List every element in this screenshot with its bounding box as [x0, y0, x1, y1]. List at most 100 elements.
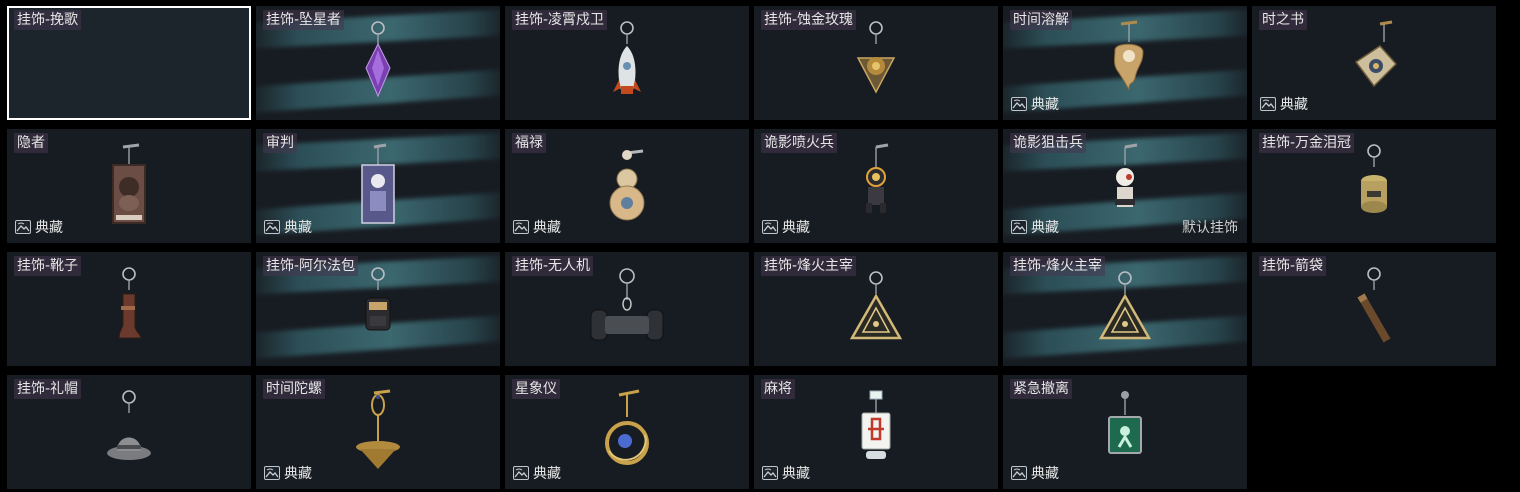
default-charm-label: 默认挂饰: [1182, 220, 1238, 236]
gourd-charm-icon: [587, 143, 667, 239]
hermit-card-charm-icon: [89, 143, 169, 239]
collection-landscape-icon: [264, 220, 280, 234]
charm-card[interactable]: 审判典藏: [256, 129, 500, 243]
exit-sign-charm-icon: [1085, 389, 1165, 485]
charm-name-label: 挂饰-凌霄戍卫: [512, 10, 608, 30]
collection-badge-text: 典藏: [284, 466, 312, 482]
charm-card[interactable]: 挂饰-挽歌: [7, 6, 251, 120]
charm-grid: 挂饰-挽歌 挂饰-坠星者 挂饰-凌霄戍卫 挂饰-蚀金玫瑰 时间溶解 典藏 时之书 典藏隐…: [0, 0, 1520, 492]
drone-charm-icon: [587, 266, 667, 362]
charm-name-label: 审判: [263, 133, 297, 153]
collection-landscape-icon: [513, 466, 529, 480]
charm-name-label: 紧急撤离: [1010, 379, 1072, 399]
collection-badge: 典藏: [762, 463, 810, 483]
collection-badge-text: 典藏: [782, 466, 810, 482]
charm-name-label: 星象仪: [512, 379, 560, 399]
boot-charm-icon: [89, 266, 169, 362]
collection-landscape-icon: [264, 466, 280, 480]
charm-card[interactable]: 挂饰-坠星者: [256, 6, 500, 120]
charm-card[interactable]: 挂饰-凌霄戍卫: [505, 6, 749, 120]
charm-card[interactable]: 挂饰-烽火主宰: [1003, 252, 1247, 366]
quiver-charm-icon: [1334, 266, 1414, 362]
gold-crown-charm-icon: [1334, 143, 1414, 239]
charm-card[interactable]: 时间陀螺典藏: [256, 375, 500, 489]
charm-card[interactable]: 挂饰-烽火主宰: [754, 252, 998, 366]
triangle-emblem-charm-icon: [1085, 266, 1165, 362]
collection-badge-text: 典藏: [284, 220, 312, 236]
crystal-charm-icon: [338, 20, 418, 116]
backpack-charm-icon: [338, 266, 418, 362]
spinning-top-charm-icon: [338, 389, 418, 485]
triangle-emblem-charm-icon: [836, 266, 916, 362]
collection-badge-text: 典藏: [782, 220, 810, 236]
charm-card[interactable]: 诡影喷火兵 典藏: [754, 129, 998, 243]
charm-name-label: 挂饰-坠星者: [263, 10, 345, 30]
collection-badge-text: 典藏: [533, 220, 561, 236]
collection-landscape-icon: [762, 220, 778, 234]
charm-name-label: 时间陀螺: [263, 379, 325, 399]
charm-card[interactable]: 挂饰-万金泪冠: [1252, 129, 1496, 243]
collection-badge-text: 典藏: [1280, 97, 1308, 113]
collection-badge: 典藏: [1011, 94, 1059, 114]
charm-name-label: 挂饰-万金泪冠: [1259, 133, 1355, 153]
charm-name-label: 挂饰-靴子: [14, 256, 82, 276]
collection-badge: 典藏: [1011, 463, 1059, 483]
flamethrower-figure-charm-icon: [836, 143, 916, 239]
charm-name-label: 时间溶解: [1010, 10, 1072, 30]
charm-card[interactable]: 星象仪典藏: [505, 375, 749, 489]
charm-name-label: 挂饰-礼帽: [14, 379, 82, 399]
book-charm-icon: [1334, 20, 1414, 116]
charm-card[interactable]: 隐者典藏: [7, 129, 251, 243]
collection-landscape-icon: [1011, 220, 1027, 234]
collection-badge: 典藏: [762, 217, 810, 237]
collection-badge: 典藏: [264, 217, 312, 237]
astrolabe-charm-icon: [587, 389, 667, 485]
rose-emblem-charm-icon: [836, 20, 916, 116]
rocket-charm-icon: [587, 20, 667, 116]
collection-badge: 典藏: [264, 463, 312, 483]
collection-badge: 典藏: [513, 217, 561, 237]
charm-name-label: 福禄: [512, 133, 546, 153]
collection-badge-text: 典藏: [533, 466, 561, 482]
collection-landscape-icon: [1011, 97, 1027, 111]
collection-landscape-icon: [15, 220, 31, 234]
charm-card[interactable]: 福禄典藏: [505, 129, 749, 243]
charm-card[interactable]: 挂饰-箭袋: [1252, 252, 1496, 366]
charm-name-label: 挂饰-烽火主宰: [761, 256, 857, 276]
charm-name-label: 隐者: [14, 133, 48, 153]
charm-card[interactable]: 挂饰-蚀金玫瑰: [754, 6, 998, 120]
collection-badge: 典藏: [1260, 94, 1308, 114]
collection-landscape-icon: [513, 220, 529, 234]
charm-name-label: 麻将: [761, 379, 795, 399]
charm-name-label: 挂饰-箭袋: [1259, 256, 1327, 276]
charm-name-label: 时之书: [1259, 10, 1307, 30]
hat-charm-icon: [89, 389, 169, 485]
charm-card[interactable]: 紧急撤离典藏: [1003, 375, 1247, 489]
charm-card[interactable]: 挂饰-礼帽: [7, 375, 251, 489]
charm-card[interactable]: 挂饰-阿尔法包: [256, 252, 500, 366]
collection-badge: 典藏: [513, 463, 561, 483]
collection-landscape-icon: [762, 466, 778, 480]
charm-card[interactable]: 挂饰-无人机: [505, 252, 749, 366]
collection-landscape-icon: [1011, 466, 1027, 480]
charm-card[interactable]: 时之书典藏: [1252, 6, 1496, 120]
charm-card[interactable]: 时间溶解典藏: [1003, 6, 1247, 120]
collection-badge-text: 典藏: [35, 220, 63, 236]
charm-name-label: 诡影喷火兵: [761, 133, 837, 153]
charm-name-label: 挂饰-蚀金玫瑰: [761, 10, 857, 30]
charm-card[interactable]: 挂饰-靴子: [7, 252, 251, 366]
sniper-figure-charm-icon: [1085, 143, 1165, 239]
collection-badge: 典藏: [1011, 217, 1059, 237]
collection-badge: 典藏: [15, 217, 63, 237]
charm-name-label: 挂饰-挽歌: [14, 10, 82, 30]
melting-clock-charm-icon: [1085, 20, 1165, 116]
charm-name-label: 挂饰-无人机: [512, 256, 594, 276]
charm-name-label: 挂饰-烽火主宰: [1010, 256, 1106, 276]
mahjong-tile-charm-icon: [836, 389, 916, 485]
judgement-card-charm-icon: [338, 143, 418, 239]
charm-card[interactable]: 麻将典藏: [754, 375, 998, 489]
charm-card[interactable]: 诡影狙击兵 典藏 默认挂饰: [1003, 129, 1247, 243]
collection-badge-text: 典藏: [1031, 466, 1059, 482]
collection-badge-text: 典藏: [1031, 220, 1059, 236]
collection-badge-text: 典藏: [1031, 97, 1059, 113]
